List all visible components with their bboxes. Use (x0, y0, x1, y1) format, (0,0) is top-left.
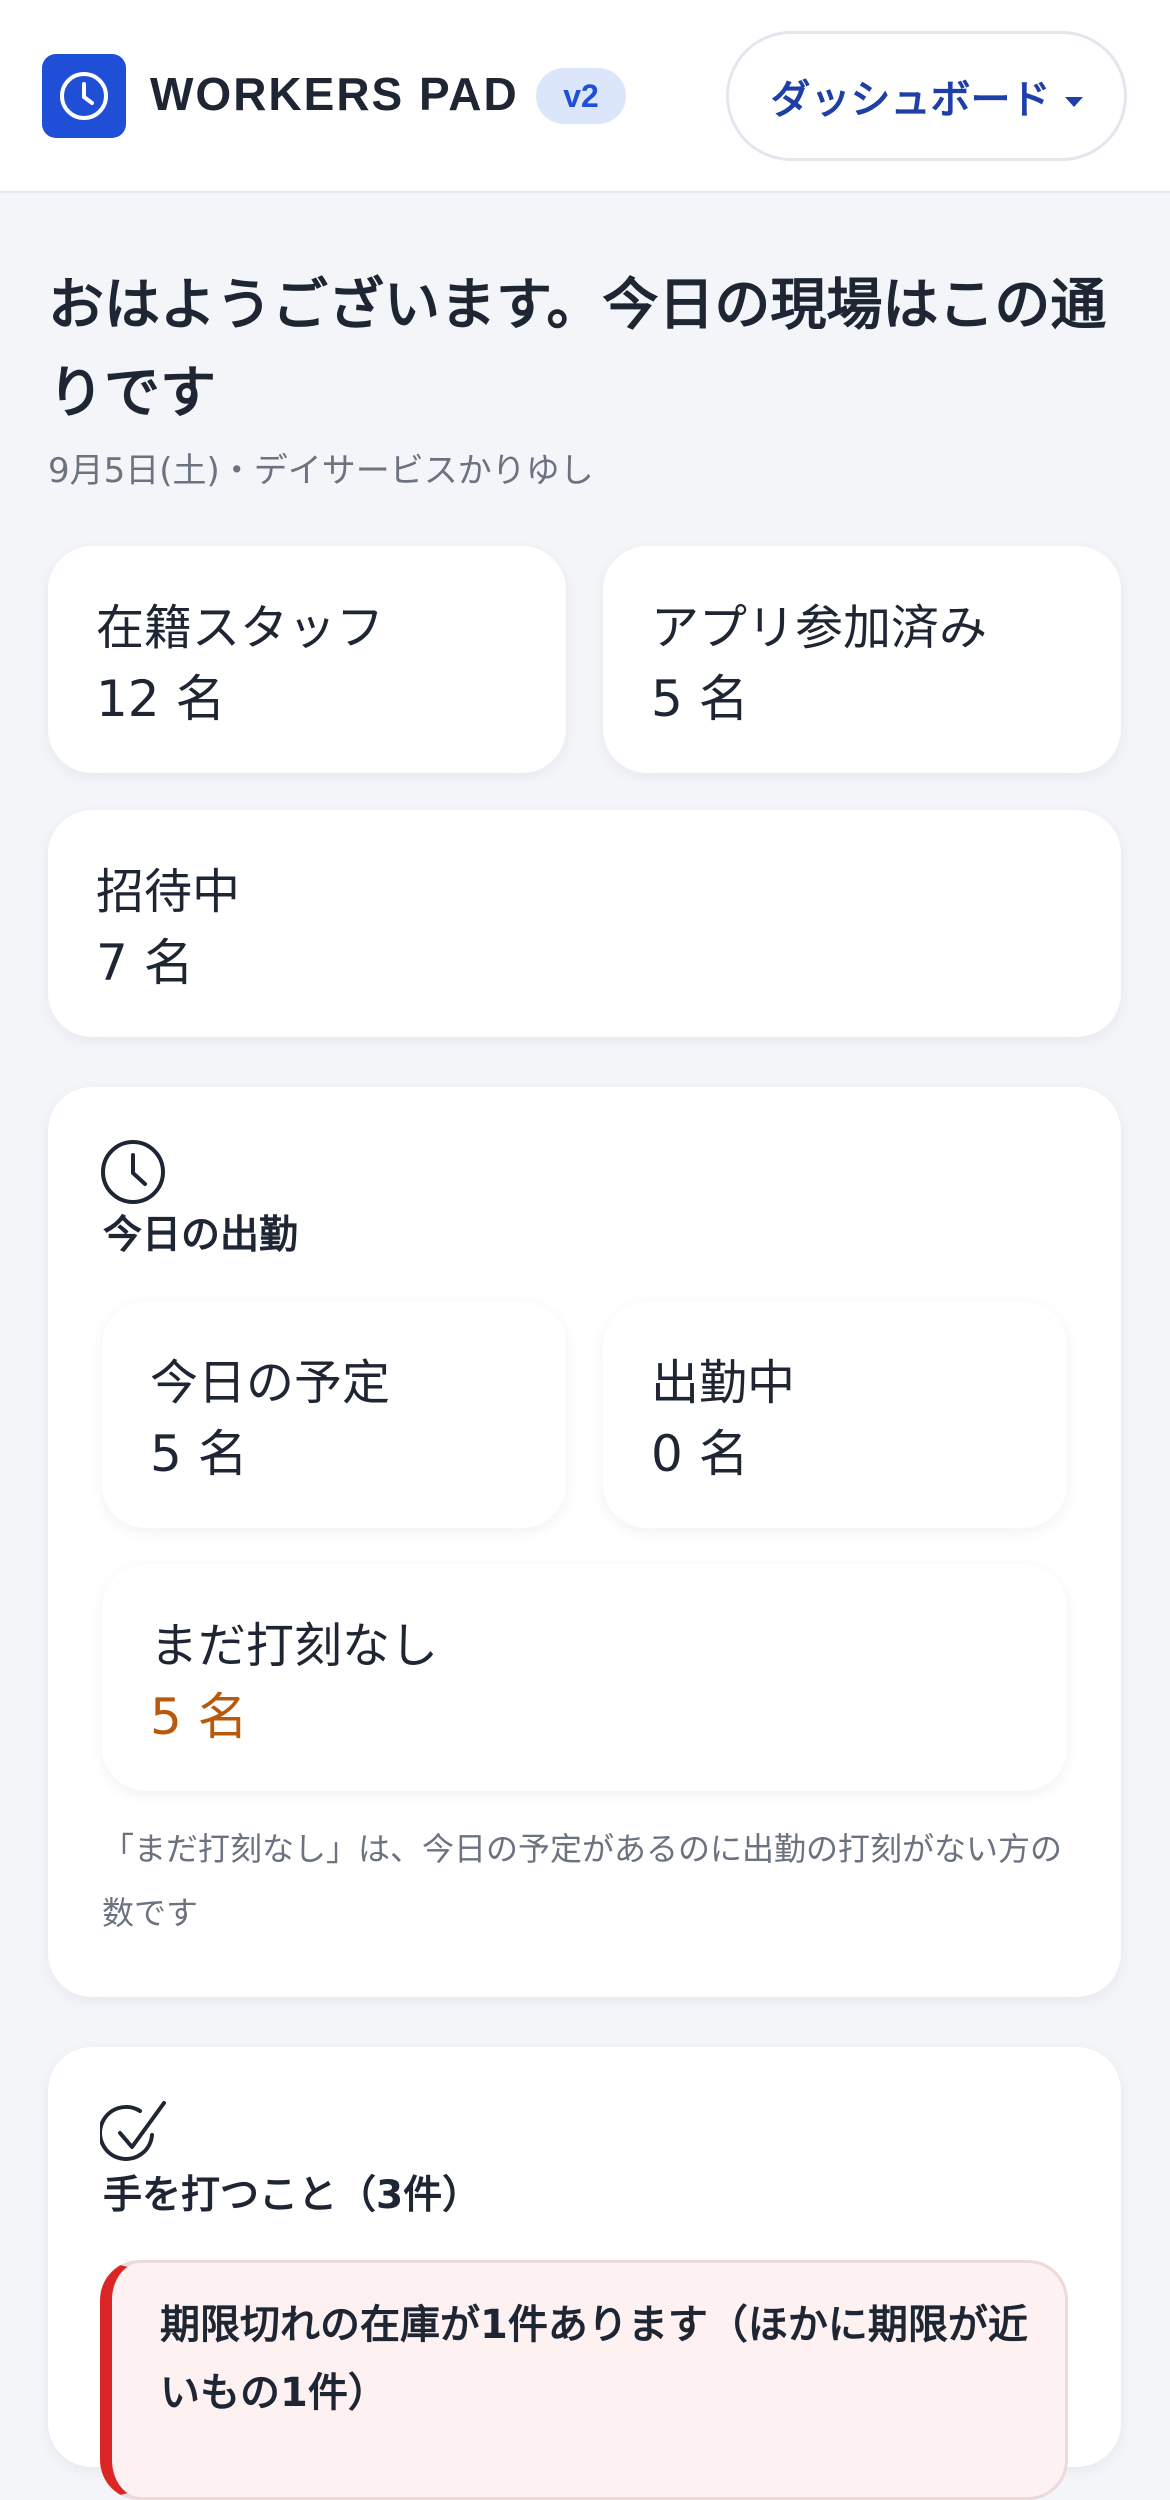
check-circle-icon (98, 2099, 170, 2173)
nav-selected-label: ダッシュボード (770, 77, 1051, 123)
stat-label: まだ打刻なし (150, 1618, 439, 1674)
section-title: 手を打つこと（3件） (103, 2173, 482, 2218)
expired-stock-alert[interactable]: 期限切れの在庫が1件あります（ほかに期限が近いもの1件） (100, 2260, 1068, 2500)
section-title: 今日の出勤 (103, 1213, 299, 1258)
stat-label: 在籍スタッフ (96, 600, 385, 656)
attendance-note: 「まだ打刻なし」は、今日の予定があるのに出勤の打刻がない方の数です (102, 1830, 1063, 1932)
stat-card-not-clocked-in: まだ打刻なし 5 名 (102, 1564, 1067, 1791)
stat-value: 12 名 (96, 670, 226, 728)
app-name: WORKERS PAD (150, 68, 519, 120)
stat-card-scheduled: 今日の予定 5 名 (102, 1301, 566, 1528)
attendance-card: 今日の出勤 今日の予定 5 名 出勤中 0 名 まだ打刻なし 5 名 「まだ打刻… (48, 1087, 1121, 1997)
clock-icon (42, 54, 126, 138)
stat-value-warning: 5 名 (150, 1688, 248, 1746)
app-header: WORKERS PAD v2 ダッシュボード (0, 0, 1170, 193)
clock-icon (100, 1139, 166, 1209)
stat-label: 今日の予定 (150, 1355, 391, 1411)
stat-value: 0 名 (651, 1425, 749, 1483)
stat-label: 招待中 (96, 864, 241, 920)
stat-label: アプリ参加済み (651, 600, 988, 656)
version-badge: v2 (536, 68, 626, 124)
stat-card-app-joined: アプリ参加済み 5 名 (603, 546, 1121, 773)
stat-label: 出勤中 (651, 1355, 796, 1411)
stat-card-invited: 招待中 7 名 (48, 810, 1121, 1037)
page-title: おはようございます。今日の現場はこの通りです (48, 273, 1107, 426)
stat-value: 5 名 (651, 670, 749, 728)
date-location: 9月5日(土)・デイサービスかりゆし (48, 451, 594, 491)
alert-text: 期限切れの在庫が1件あります（ほかに期限が近いもの1件） (160, 2302, 1028, 2416)
stat-value: 7 名 (96, 934, 194, 992)
page-nav-dropdown[interactable]: ダッシュボード (726, 31, 1127, 161)
stat-value: 5 名 (150, 1425, 248, 1483)
stat-card-staff: 在籍スタッフ 12 名 (48, 546, 566, 773)
stat-card-on-duty: 出勤中 0 名 (603, 1301, 1067, 1528)
chevron-down-icon (1064, 97, 1083, 107)
